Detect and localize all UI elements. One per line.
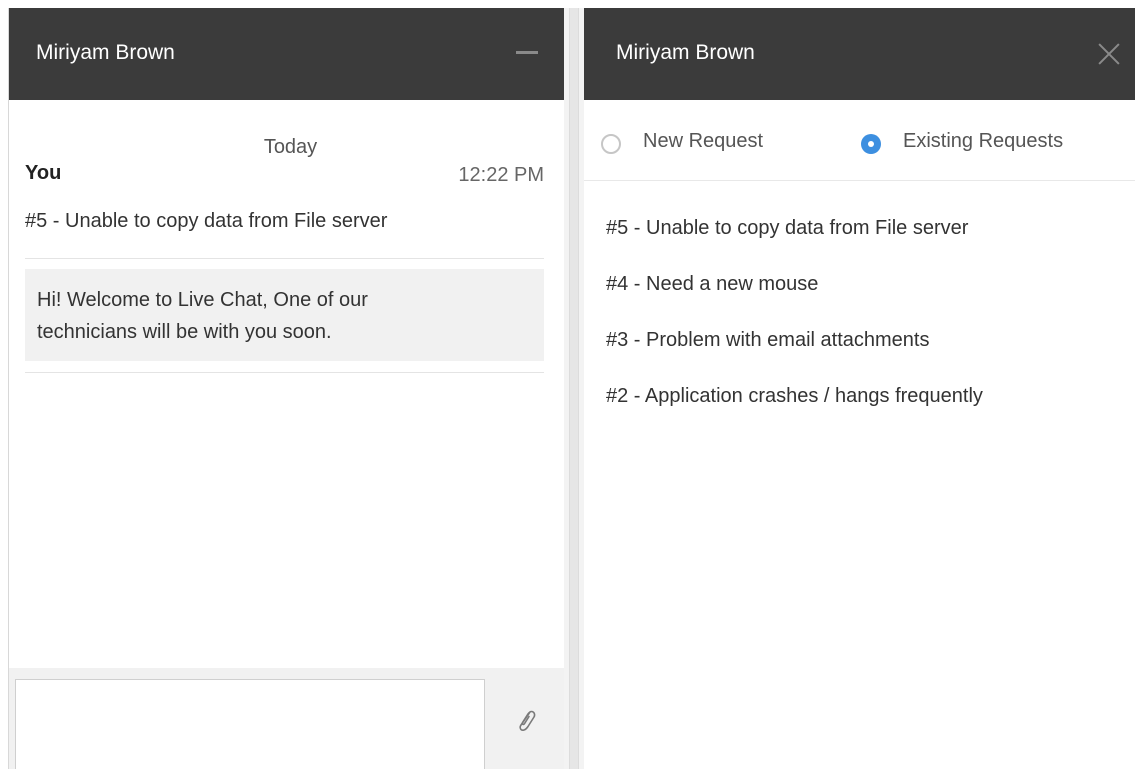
system-welcome-message: Hi! Welcome to Live Chat, One of our tec…: [25, 269, 544, 361]
close-icon[interactable]: [1097, 42, 1121, 66]
splitter-handle[interactable]: [569, 8, 579, 769]
radio-label[interactable]: New Request: [643, 130, 763, 153]
chat-title: Miriyam Brown: [36, 41, 175, 64]
message-text: #5 - Unable to copy data from File serve…: [25, 210, 388, 232]
welcome-line: technicians will be with you soon.: [37, 321, 332, 343]
radio-unchecked-icon[interactable]: [601, 134, 621, 154]
date-separator: Today: [263, 136, 318, 158]
request-header: Miriyam Brown: [584, 8, 1135, 100]
chat-panel: Miriyam Brown Today You 12:22 PM #5 - Un…: [8, 8, 564, 769]
welcome-line: Hi! Welcome to Live Chat, One of our: [37, 289, 368, 311]
existing-requests-list: #5 - Unable to copy data from File serve…: [606, 214, 983, 438]
message-composer: [9, 668, 564, 769]
request-panel: Miriyam Brown New Request Existing Reque…: [584, 8, 1135, 769]
request-item[interactable]: #4 - Need a new mouse: [606, 270, 983, 326]
message-divider: [25, 258, 544, 259]
minimize-icon[interactable]: [516, 51, 538, 54]
chat-header: Miriyam Brown: [9, 8, 564, 100]
request-title: Miriyam Brown: [616, 41, 755, 64]
request-item[interactable]: #5 - Unable to copy data from File serve…: [606, 214, 983, 270]
request-item[interactable]: #3 - Problem with email attachments: [606, 326, 983, 382]
message-sender: You: [25, 162, 62, 184]
app-root: Miriyam Brown Today You 12:22 PM #5 - Un…: [0, 0, 1135, 769]
panel-splitter[interactable]: [564, 8, 584, 769]
radio-checked-icon[interactable]: [861, 134, 881, 154]
message-timestamp: 12:22 PM: [458, 164, 544, 186]
request-item[interactable]: #2 - Application crashes / hangs frequen…: [606, 382, 983, 438]
request-type-selector: New Request Existing Requests: [584, 100, 1135, 181]
message-input[interactable]: [15, 679, 485, 769]
message-divider: [25, 372, 544, 373]
radio-label[interactable]: Existing Requests: [903, 130, 1063, 153]
paperclip-icon[interactable]: [514, 706, 538, 736]
